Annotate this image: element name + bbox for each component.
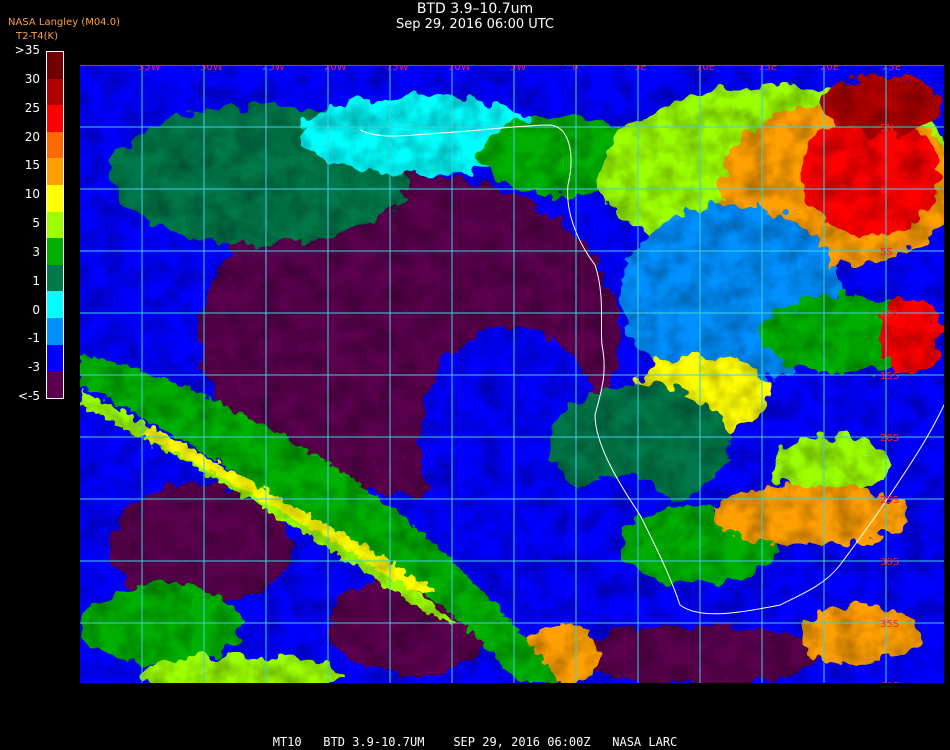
lon-label: 10W: [448, 65, 471, 73]
legend-label: 3: [32, 244, 40, 259]
lat-label: 5N: [880, 123, 894, 134]
legend-label: 30: [24, 71, 40, 86]
lon-label: 5E: [634, 65, 647, 73]
legend-swatch: [47, 318, 63, 345]
legend-swatch: [47, 78, 63, 106]
lon-label: 10E: [696, 65, 715, 73]
lat-label: 25S: [880, 495, 899, 506]
footer-caption: MT10 BTD 3.9-10.7UM SEP 29, 2016 06:00Z …: [272, 735, 678, 749]
legend-label: -1: [28, 331, 40, 346]
legend-label: 5: [32, 216, 40, 230]
legend-label: 1: [32, 273, 40, 288]
credit-units: T2-T4(K): [16, 31, 58, 42]
lon-label: 5W: [510, 65, 526, 73]
speckle: [80, 65, 944, 683]
lat-label: 30S: [880, 557, 899, 568]
legend-label: 0: [32, 302, 40, 317]
legend-label: -3: [28, 360, 40, 375]
lon-label: 0: [572, 65, 578, 73]
lat-label: 40S: [880, 681, 899, 683]
legend-label: 25: [24, 100, 40, 115]
credit-org: NASA Langley (M04.0): [8, 17, 120, 28]
lon-label: 25W: [262, 65, 285, 73]
legend-swatch: [47, 291, 63, 319]
lon-label: 15W: [386, 65, 409, 73]
lat-label: 0: [880, 185, 886, 196]
lat-label: 35S: [880, 619, 899, 630]
lat-label: 15S: [880, 371, 899, 382]
lon-label: 20E: [820, 65, 839, 73]
legend-label: >35: [14, 43, 40, 57]
legend-swatch: [47, 185, 63, 212]
btd-field: [80, 65, 944, 683]
lon-label: 20W: [324, 65, 347, 73]
legend-swatch: [47, 131, 63, 159]
image-datetime: Sep 29, 2016 06:00 UTC: [395, 17, 555, 32]
legend-swatch: [47, 211, 63, 239]
lat-label: 10S: [880, 309, 899, 320]
legend-swatch: [47, 371, 63, 398]
legend-label: 15: [24, 158, 40, 173]
color-legend-bar: [46, 51, 64, 399]
lon-label: 30W: [200, 65, 223, 73]
lat-label: 5S: [880, 247, 893, 258]
lon-label: 15E: [758, 65, 777, 73]
legend-swatch: [47, 105, 63, 132]
legend-swatch: [47, 264, 63, 292]
legend-swatch: [47, 344, 63, 372]
image-title: BTD 3.9–10.7um: [416, 1, 534, 17]
legend-label: <-5: [17, 389, 40, 403]
legend-swatch: [47, 238, 63, 265]
legend-swatch: [47, 52, 63, 79]
legend-label: 20: [24, 129, 40, 144]
lon-label: 35W: [138, 65, 161, 73]
legend-swatch: [47, 158, 63, 186]
lat-label: 20S: [880, 433, 899, 444]
lon-label: 25E: [882, 65, 901, 73]
legend-label: 10: [24, 187, 40, 202]
satellite-map: 35W 30W 25W 20W 15W 10W 5W 0 5E 10E 15E 20E 25E 5N 0 5S…: [80, 65, 944, 683]
